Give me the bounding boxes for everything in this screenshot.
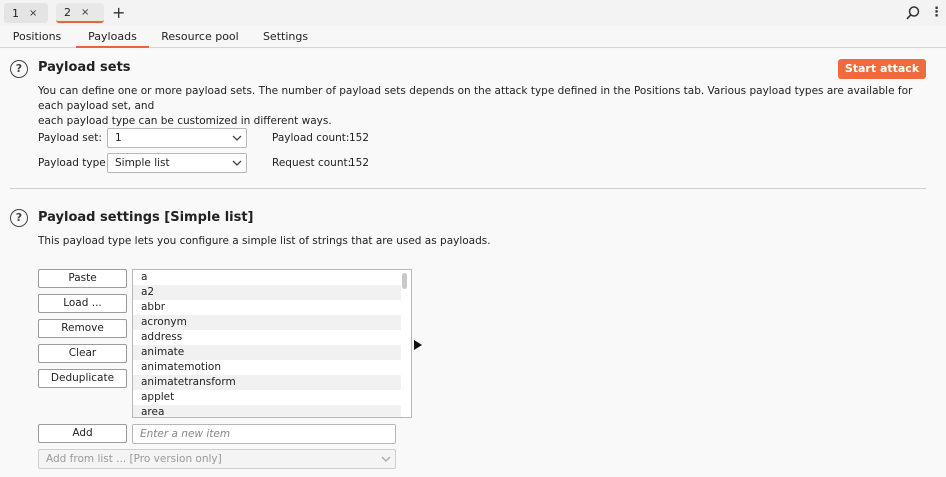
payload-count-value: 152 <box>349 132 370 144</box>
remove-button[interactable]: Remove <box>38 319 127 338</box>
chevron-down-icon <box>381 456 391 462</box>
payload-type-select[interactable]: Simple list <box>107 153 247 173</box>
list-item[interactable]: acronym <box>133 315 401 330</box>
clear-button[interactable]: Clear <box>38 344 127 363</box>
tab-1-label: 1 <box>12 6 19 20</box>
request-count-value: 152 <box>349 157 370 169</box>
payload-settings-title: Payload settings [Simple list] <box>38 210 254 225</box>
list-item[interactable]: a2 <box>133 285 401 300</box>
payload-type-label: Payload type: <box>38 157 110 169</box>
chevron-down-icon <box>232 135 242 141</box>
close-icon[interactable]: × <box>81 7 89 18</box>
add-tab-button[interactable]: + <box>112 3 125 23</box>
tab-positions[interactable]: Positions <box>8 26 66 48</box>
help-icon[interactable]: ? <box>10 60 28 78</box>
tab-1[interactable]: 1 × <box>4 3 48 23</box>
tab-settings[interactable]: Settings <box>257 26 314 48</box>
close-icon[interactable]: × <box>29 8 37 19</box>
chevron-down-icon <box>232 160 242 166</box>
expand-arrow-icon[interactable] <box>414 340 422 350</box>
payload-sets-title: Payload sets <box>38 60 131 75</box>
list-item[interactable]: animatemotion <box>133 360 401 375</box>
list-item[interactable]: a <box>133 270 401 285</box>
list-item[interactable]: applet <box>133 390 401 405</box>
list-item[interactable]: animate <box>133 345 401 360</box>
payload-count-label: Payload count: <box>272 132 350 144</box>
tab-resource-pool[interactable]: Resource pool <box>158 26 242 48</box>
add-from-list-select: Add from list ... [Pro version only] <box>38 449 396 469</box>
payload-sets-description: You can define one or more payload sets.… <box>38 85 913 127</box>
payload-settings-description: This payload type lets you configure a s… <box>38 235 491 247</box>
payload-set-select[interactable]: 1 <box>107 128 247 148</box>
new-item-input[interactable]: Enter a new item <box>132 424 396 444</box>
start-attack-button[interactable]: Start attack <box>838 59 926 79</box>
tab-2-label: 2 <box>64 5 71 19</box>
top-tab-bar: 1 × 2 × + ⋮ <box>0 0 946 26</box>
payloads-panel: ? Payload sets Start attack You can defi… <box>0 49 946 477</box>
search-icon[interactable] <box>905 5 921 21</box>
list-item[interactable]: address <box>133 330 401 345</box>
load-button[interactable]: Load ... <box>38 294 127 313</box>
help-icon[interactable]: ? <box>10 209 28 227</box>
sub-tab-bar: Positions Payloads Resource pool Setting… <box>0 26 946 48</box>
paste-button[interactable]: Paste <box>38 269 127 288</box>
add-button[interactable]: Add <box>38 424 127 443</box>
tab-payloads[interactable]: Payloads <box>76 26 149 48</box>
payload-list[interactable]: a a2 abbr acronym address animate animat… <box>132 269 412 418</box>
list-scrollbar[interactable] <box>402 273 407 289</box>
list-item[interactable]: area <box>133 405 401 417</box>
payload-set-label: Payload set: <box>38 132 102 144</box>
section-divider <box>10 188 926 189</box>
request-count-label: Request count: <box>272 157 352 169</box>
deduplicate-button[interactable]: Deduplicate <box>38 369 127 388</box>
list-item[interactable]: animatetransform <box>133 375 401 390</box>
list-item[interactable]: abbr <box>133 300 401 315</box>
tab-2[interactable]: 2 × <box>56 3 104 23</box>
menu-icon[interactable]: ⋮ <box>930 6 943 20</box>
